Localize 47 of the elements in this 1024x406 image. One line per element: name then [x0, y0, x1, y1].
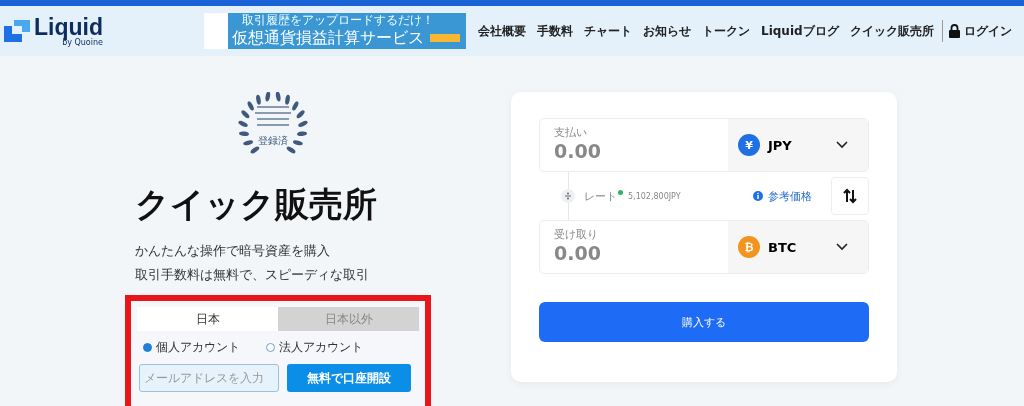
- banner-title: 仮想通貨損益計算サービス: [232, 28, 424, 47]
- nav-link[interactable]: 手数料: [537, 22, 573, 40]
- field-label: 受け取り: [554, 227, 599, 242]
- currency-select[interactable]: ₿ BTC: [728, 221, 868, 273]
- page-title: クイック販売所: [135, 183, 378, 225]
- currency-code[interactable]: JPY: [768, 137, 800, 153]
- login-link[interactable]: ログイン: [948, 22, 1012, 40]
- nav-link[interactable]: チャート: [584, 22, 632, 40]
- info-icon: [753, 191, 763, 201]
- chevron-down-icon: [836, 243, 848, 251]
- field-label: 支払い: [554, 125, 588, 140]
- amount-field[interactable]: 支払い 0.00 ¥ JPY: [539, 118, 869, 172]
- nav-link[interactable]: トークン: [702, 22, 750, 40]
- currency-select[interactable]: ¥ JPY: [728, 119, 868, 171]
- nav-link[interactable]: クイック販売所: [849, 22, 934, 40]
- nav-link[interactable]: 会社概要: [478, 22, 526, 40]
- swap-button[interactable]: [831, 177, 869, 215]
- chevron-down-icon: [836, 141, 848, 149]
- amount-value: 0.00: [554, 140, 602, 162]
- intro-text: 取引手数料は無料で、スピーディな取引: [135, 266, 370, 284]
- rate-value: 5,102,800JPY: [628, 191, 681, 201]
- login-label[interactable]: ログイン: [963, 22, 1012, 40]
- rate-label: レート: [584, 188, 617, 204]
- buy-button[interactable]: 購入する: [539, 302, 869, 342]
- nav-link[interactable]: お知らせ: [643, 22, 691, 40]
- nav-link[interactable]: Liquidブログ: [761, 22, 839, 40]
- coin-icon: ¥: [738, 134, 760, 156]
- amount-value: 0.00: [554, 242, 602, 264]
- logo-byline: by Quoine: [62, 37, 103, 47]
- seal-label: 登録済: [258, 134, 288, 148]
- logo-wordmark: Liquid: [34, 15, 103, 38]
- amount-field[interactable]: 受け取り 0.00 ₿ BTC: [539, 220, 869, 274]
- lock-icon: [948, 24, 960, 38]
- divide-icon: [561, 189, 575, 203]
- radio-icon[interactable]: [143, 343, 152, 352]
- radio-icon[interactable]: [266, 343, 275, 352]
- swap-icon: [842, 188, 858, 204]
- region-tab[interactable]: 日本: [137, 307, 278, 331]
- reference-price-link[interactable]: 参考価格: [768, 188, 812, 204]
- email-field[interactable]: メールアドレスを入力: [139, 364, 279, 392]
- live-dot-icon: [618, 189, 623, 195]
- coin-icon: ₿: [738, 236, 760, 258]
- currency-code[interactable]: BTC: [768, 239, 800, 255]
- logo-icon: [4, 20, 30, 42]
- banner-tag: [430, 33, 460, 42]
- intro-text: かんたんな操作で暗号資産を購入: [135, 242, 331, 260]
- banner-tagline: 取引履歴をアップロードするだけ！: [241, 13, 435, 28]
